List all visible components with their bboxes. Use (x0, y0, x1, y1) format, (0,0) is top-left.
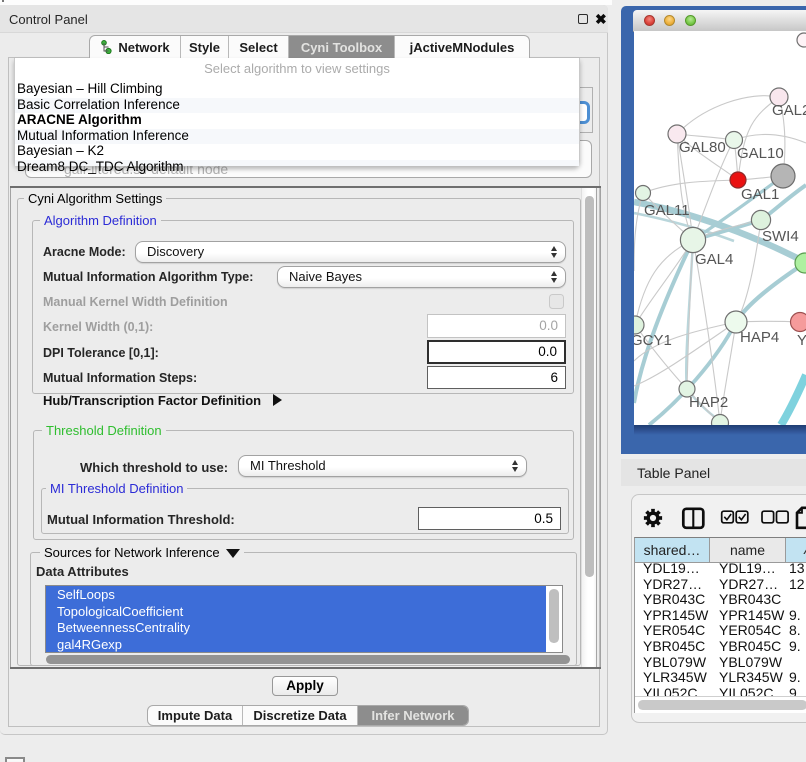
svg-text:GCY1: GCY1 (634, 332, 672, 349)
svg-text:GAL10: GAL10 (737, 145, 784, 162)
svg-text:GAL11: GAL11 (644, 202, 690, 219)
svg-text:GAL4: GAL4 (695, 251, 733, 268)
svg-text:GAL2: GAL2 (772, 102, 806, 119)
svg-text:GAL80: GAL80 (679, 139, 726, 156)
svg-text:HAP2: HAP2 (689, 394, 728, 411)
svg-text:Y: Y (797, 332, 806, 349)
svg-text:GAL1: GAL1 (741, 186, 779, 203)
svg-text:SWI4: SWI4 (762, 228, 799, 245)
svg-text:HAP4: HAP4 (740, 329, 779, 346)
